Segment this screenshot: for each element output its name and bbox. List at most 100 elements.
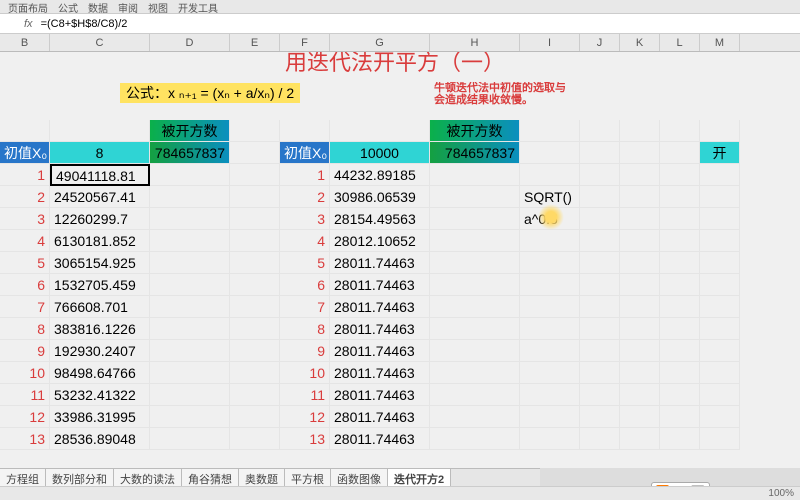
- cell[interactable]: [230, 120, 280, 142]
- cell[interactable]: [660, 296, 700, 318]
- cell[interactable]: [700, 428, 740, 450]
- cell[interactable]: [660, 208, 700, 230]
- cell[interactable]: [700, 406, 740, 428]
- iter-value-right[interactable]: 28011.74463: [330, 318, 430, 340]
- iter-value-left[interactable]: 6130181.852: [50, 230, 150, 252]
- cell[interactable]: [700, 230, 740, 252]
- row-num[interactable]: 11: [0, 384, 50, 406]
- sheet-tab[interactable]: 迭代开方2: [388, 469, 451, 486]
- cell[interactable]: [0, 120, 50, 142]
- iter-value-left[interactable]: 192930.2407: [50, 340, 150, 362]
- iter-value-right[interactable]: 28012.10652: [330, 230, 430, 252]
- cell[interactable]: [520, 296, 580, 318]
- cell[interactable]: [580, 428, 620, 450]
- formula-bar[interactable]: fx =(C8+$H$8/C8)/2: [0, 14, 800, 34]
- iter-value-right[interactable]: 28011.74463: [330, 340, 430, 362]
- cell[interactable]: [660, 186, 700, 208]
- col-header-M[interactable]: M: [700, 34, 740, 51]
- cell[interactable]: [430, 186, 520, 208]
- cell[interactable]: [430, 406, 520, 428]
- cell[interactable]: [620, 230, 660, 252]
- cell[interactable]: [230, 296, 280, 318]
- hint-sqrt[interactable]: SQRT(): [520, 186, 580, 208]
- cell[interactable]: [660, 428, 700, 450]
- iter-value-left[interactable]: 3065154.925: [50, 252, 150, 274]
- iter-value-left[interactable]: 383816.1226: [50, 318, 150, 340]
- col-header-G[interactable]: G: [330, 34, 430, 51]
- row-num[interactable]: 3: [280, 208, 330, 230]
- col-header-J[interactable]: J: [580, 34, 620, 51]
- iter-value-right[interactable]: 28011.74463: [330, 362, 430, 384]
- dividend-label-right[interactable]: 被开方数: [430, 120, 520, 142]
- cell[interactable]: [150, 208, 230, 230]
- iter-value-right[interactable]: 30986.06539: [330, 186, 430, 208]
- cell[interactable]: [230, 252, 280, 274]
- cell[interactable]: [230, 384, 280, 406]
- cell[interactable]: [660, 384, 700, 406]
- cell[interactable]: [580, 186, 620, 208]
- col-header-C[interactable]: C: [50, 34, 150, 51]
- col-header-I[interactable]: I: [520, 34, 580, 51]
- cell[interactable]: [520, 142, 580, 164]
- cell[interactable]: [620, 428, 660, 450]
- init-label-right[interactable]: 初值X₀: [280, 142, 330, 164]
- cell[interactable]: [700, 362, 740, 384]
- cell[interactable]: [580, 274, 620, 296]
- cell[interactable]: [660, 362, 700, 384]
- row-num[interactable]: 8: [280, 318, 330, 340]
- sheet-tab[interactable]: 角谷猜想: [182, 469, 239, 486]
- cell[interactable]: [620, 384, 660, 406]
- col-header-D[interactable]: D: [150, 34, 230, 51]
- cell[interactable]: [150, 406, 230, 428]
- init-value-right[interactable]: 10000: [330, 142, 430, 164]
- col-header-F[interactable]: F: [280, 34, 330, 51]
- col-header-E[interactable]: E: [230, 34, 280, 51]
- cell[interactable]: [230, 274, 280, 296]
- cell[interactable]: [700, 296, 740, 318]
- row-num[interactable]: 4: [0, 230, 50, 252]
- cell[interactable]: [580, 362, 620, 384]
- iter-value-right[interactable]: 28011.74463: [330, 406, 430, 428]
- menu-item[interactable]: 公式: [58, 0, 78, 13]
- menu-item[interactable]: 数据: [88, 0, 108, 13]
- column-headers[interactable]: BCDEFGHIJKLM: [0, 34, 800, 52]
- cell[interactable]: [660, 252, 700, 274]
- menu-item[interactable]: 视图: [148, 0, 168, 13]
- iter-value-right[interactable]: 28011.74463: [330, 274, 430, 296]
- cell[interactable]: [430, 318, 520, 340]
- iter-value-left[interactable]: 33986.31995: [50, 406, 150, 428]
- cell[interactable]: [620, 318, 660, 340]
- menu-bar[interactable]: 页面布局公式数据审阅视图开发工具: [0, 0, 800, 14]
- cell[interactable]: [50, 120, 150, 142]
- cell[interactable]: [700, 318, 740, 340]
- row-num[interactable]: 13: [280, 428, 330, 450]
- cell[interactable]: [620, 274, 660, 296]
- cell[interactable]: [230, 362, 280, 384]
- spreadsheet-grid[interactable]: BCDEFGHIJKLM 用迭代法开平方（一）公式：x ₙ₊₁ = (xₙ + …: [0, 34, 800, 450]
- iter-value-right[interactable]: 28154.49563: [330, 208, 430, 230]
- iter-value-left[interactable]: 766608.701: [50, 296, 150, 318]
- cell[interactable]: [700, 384, 740, 406]
- cell[interactable]: [150, 384, 230, 406]
- iter-value-right[interactable]: 28011.74463: [330, 296, 430, 318]
- cell[interactable]: [230, 230, 280, 252]
- cell[interactable]: [150, 340, 230, 362]
- sheet-tab[interactable]: 方程组: [0, 469, 46, 486]
- row-num[interactable]: 9: [280, 340, 330, 362]
- cell[interactable]: [230, 340, 280, 362]
- cell[interactable]: [620, 296, 660, 318]
- cell[interactable]: [620, 362, 660, 384]
- cell[interactable]: [700, 186, 740, 208]
- cell[interactable]: [430, 208, 520, 230]
- cell[interactable]: [580, 120, 620, 142]
- cell[interactable]: [660, 274, 700, 296]
- zoom-level[interactable]: 100%: [768, 488, 794, 499]
- row-num[interactable]: 6: [0, 274, 50, 296]
- row-num[interactable]: 7: [0, 296, 50, 318]
- cell[interactable]: [620, 252, 660, 274]
- iter-value-left[interactable]: 28536.89048: [50, 428, 150, 450]
- sheet-tab[interactable]: 函数图像: [331, 469, 388, 486]
- iter-value-left[interactable]: 49041118.81: [50, 164, 150, 186]
- sheet-tab[interactable]: 大数的读法: [114, 469, 182, 486]
- cell[interactable]: [150, 274, 230, 296]
